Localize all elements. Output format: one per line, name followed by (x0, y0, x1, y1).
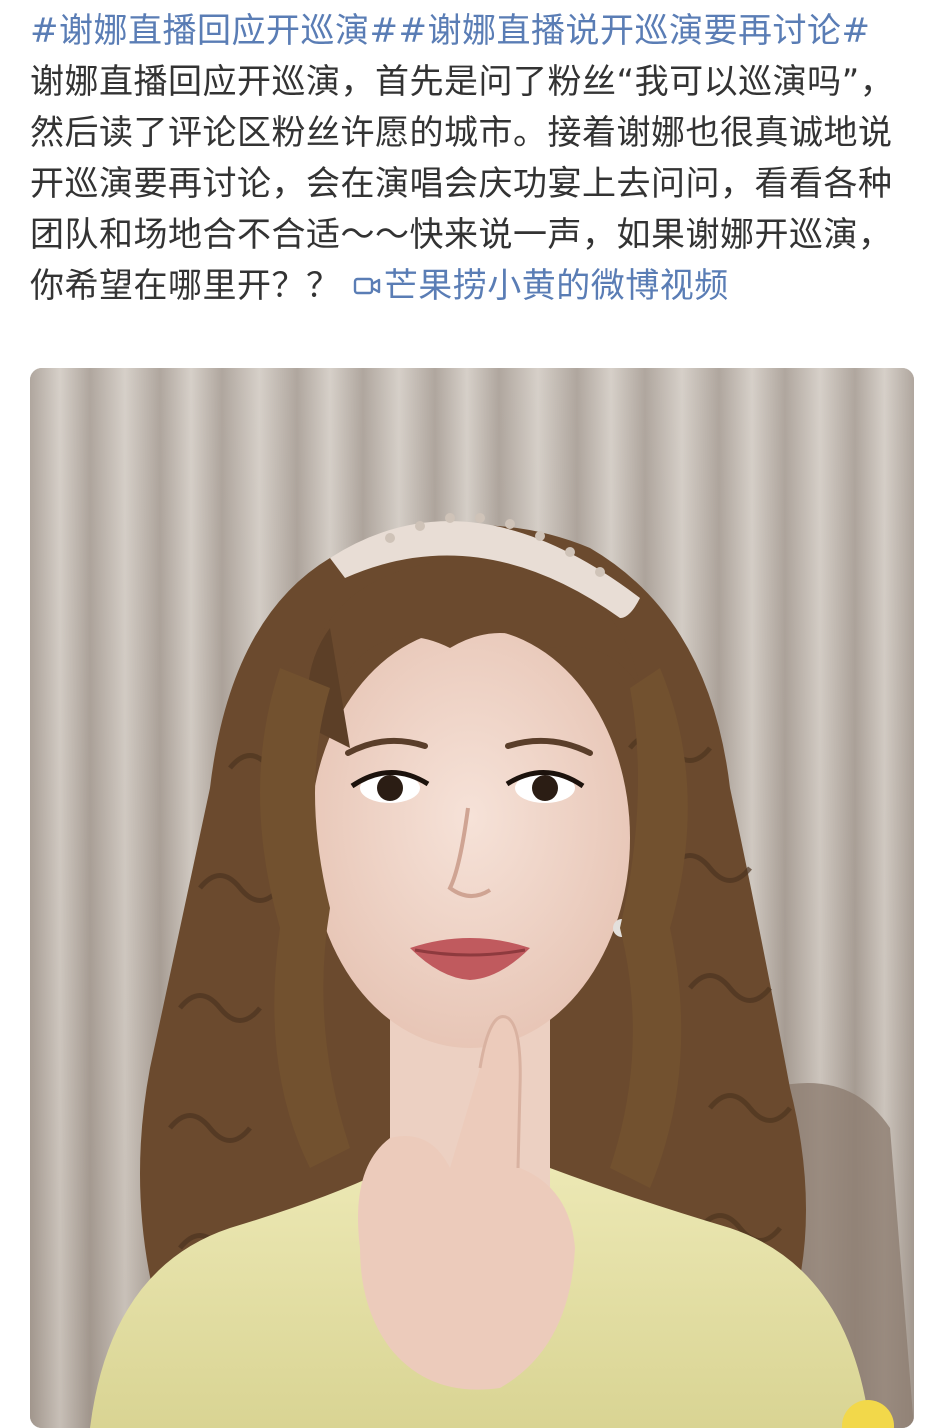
topic-link-2[interactable]: #谢娜直播说开巡演要再讨论# (398, 11, 870, 51)
video-link[interactable]: 芒果捞小黄的微博视频 (352, 266, 729, 306)
video-link-label: 芒果捞小黄的微博视频 (383, 266, 729, 306)
video-camera-icon (353, 277, 381, 295)
weibo-post: #谢娜直播回应开巡演##谢娜直播说开巡演要再讨论# 谢娜直播回应开巡演，首先是问… (0, 0, 928, 1428)
video-thumbnail[interactable] (30, 368, 914, 1428)
post-text: #谢娜直播回应开巡演##谢娜直播说开巡演要再讨论# 谢娜直播回应开巡演，首先是问… (30, 6, 914, 312)
video-frame (30, 368, 914, 1428)
topic-link-1[interactable]: #谢娜直播回应开巡演# (30, 11, 398, 51)
